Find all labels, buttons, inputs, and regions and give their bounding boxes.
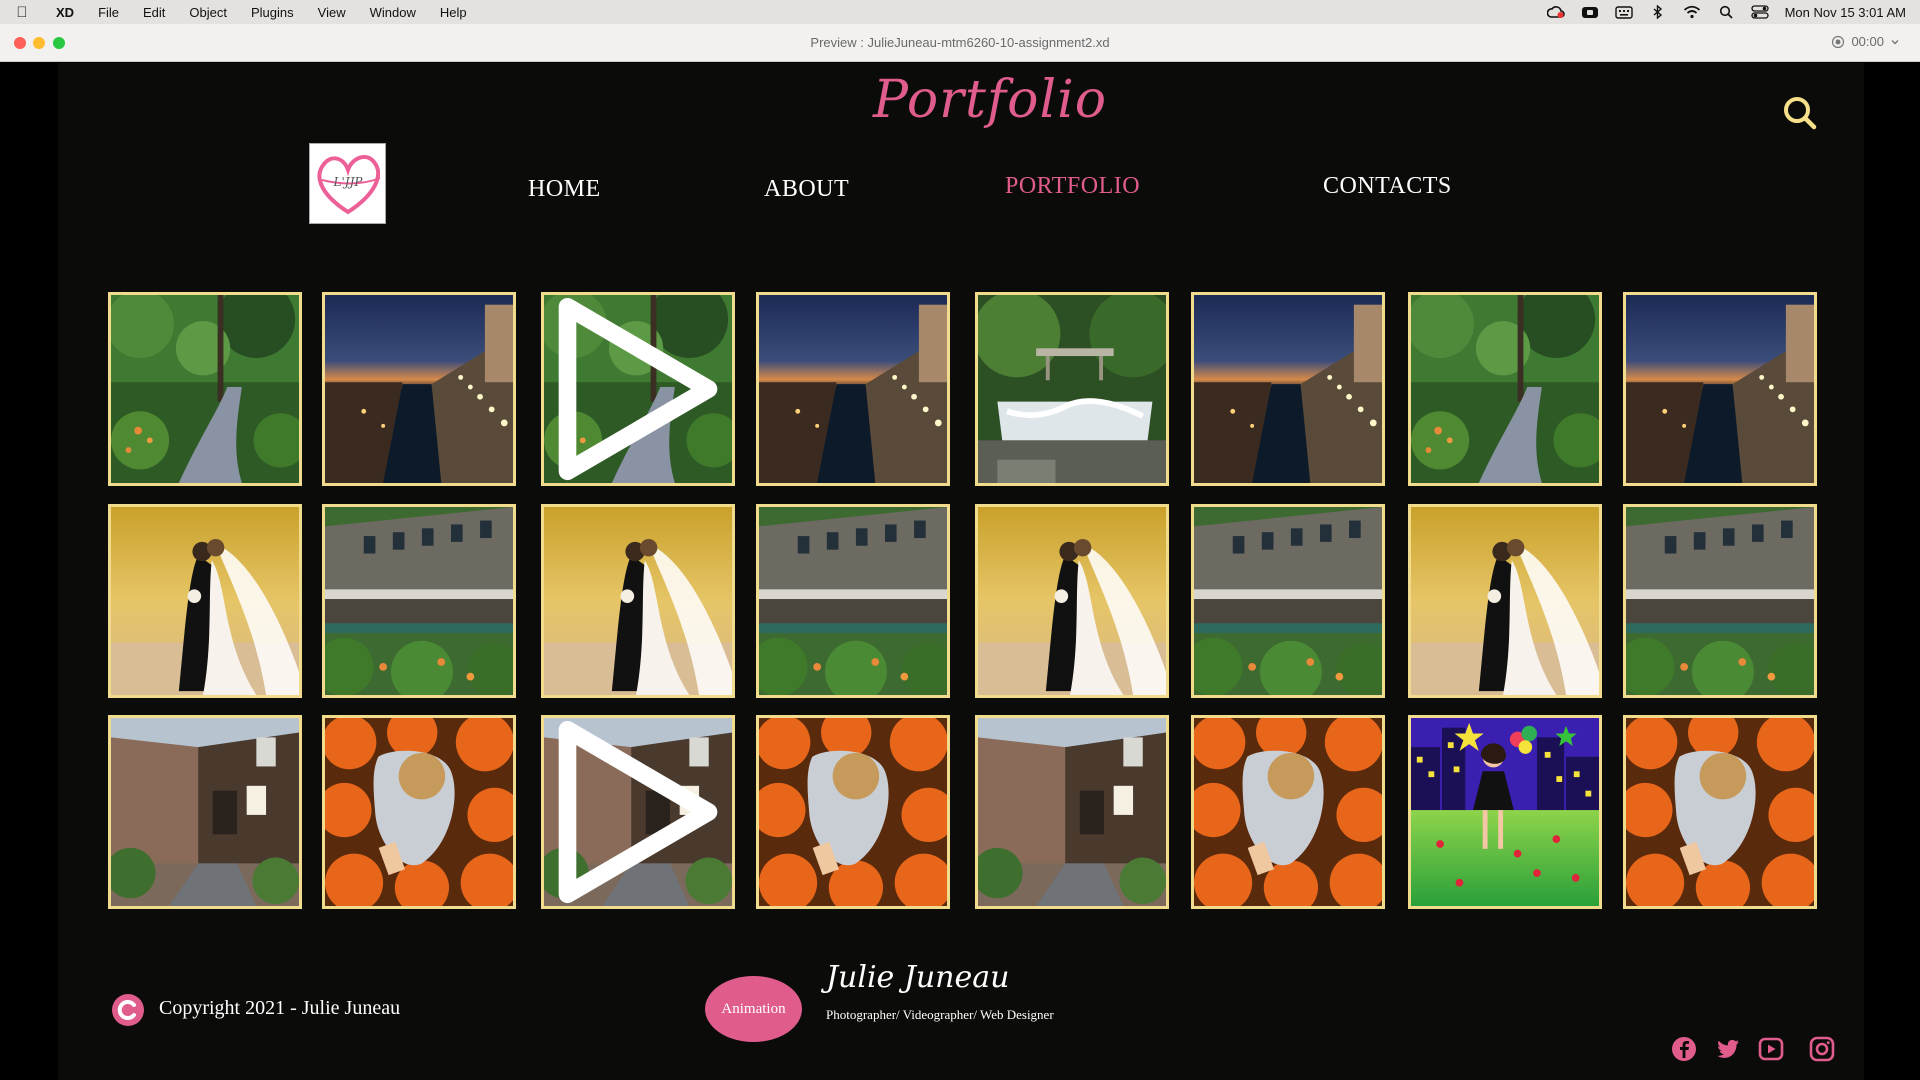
stone-building-photo	[111, 718, 299, 906]
camera-icon[interactable]	[1581, 5, 1599, 19]
gallery-tile-canal-night[interactable]	[1191, 292, 1385, 486]
macos-menubar:  XD File Edit Object Plugins View Windo…	[0, 0, 1920, 24]
brand-title: Portfolio	[872, 70, 1108, 130]
menu-file[interactable]: File	[86, 5, 131, 20]
garden-path-photo	[1411, 295, 1599, 483]
gallery-tile-wooden-building[interactable]	[322, 504, 516, 698]
spotlight-search-icon[interactable]	[1717, 5, 1735, 19]
wedding-photo	[1411, 507, 1599, 695]
window-title: Preview : JulieJuneau-mtm6260-10-assignm…	[810, 35, 1110, 50]
bluetooth-icon[interactable]	[1649, 5, 1667, 19]
svg-text:L'JJP: L'JJP	[333, 175, 364, 189]
apple-menu-icon[interactable]: 	[0, 4, 44, 21]
search-icon	[1784, 97, 1817, 130]
gallery-tile-stone-building[interactable]	[541, 715, 735, 909]
gallery-tile-pumpkins[interactable]	[756, 715, 950, 909]
chevron-down-icon	[1891, 39, 1899, 44]
pumpkins-photo	[325, 718, 513, 906]
menu-edit[interactable]: Edit	[131, 5, 177, 20]
timer-value: 00:00	[1851, 34, 1884, 49]
search-button[interactable]	[1780, 93, 1820, 133]
wooden-building-photo	[1194, 507, 1382, 695]
gallery-tile-garden-path[interactable]	[108, 292, 302, 486]
tagline: Photographer/ Videographer/ Web Designer	[826, 1007, 1054, 1022]
wedding-photo	[544, 507, 732, 695]
canal-night-photo	[325, 295, 513, 483]
gallery-tile-animation-girl[interactable]	[1408, 715, 1602, 909]
gallery-tile-wooden-building[interactable]	[1191, 504, 1385, 698]
instagram-icon	[1809, 1036, 1835, 1062]
animation-girl-photo	[1411, 718, 1599, 906]
recording-timer[interactable]: 00:00	[1831, 34, 1900, 49]
menubar-clock[interactable]: Mon Nov 15 3:01 AM	[1785, 5, 1906, 20]
facebook-icon	[1672, 1037, 1696, 1061]
stone-building-photo	[978, 718, 1166, 906]
gallery-tile-wooden-building[interactable]	[1623, 504, 1817, 698]
nav-contacts[interactable]: CONTACTS	[1323, 173, 1452, 200]
canal-night-photo	[759, 295, 947, 483]
gallery-tile-wedding[interactable]	[108, 504, 302, 698]
menu-plugins[interactable]: Plugins	[239, 5, 306, 20]
gallery-tile-wooden-building[interactable]	[756, 504, 950, 698]
menu-object[interactable]: Object	[177, 5, 239, 20]
menu-view[interactable]: View	[306, 5, 358, 20]
gallery-tile-canal-night[interactable]	[322, 292, 516, 486]
animation-button[interactable]: Animation	[705, 976, 802, 1042]
pumpkins-photo	[1626, 718, 1814, 906]
gallery-tile-canal-night[interactable]	[756, 292, 950, 486]
canal-night-photo	[1626, 295, 1814, 483]
creative-cloud-icon[interactable]	[1546, 5, 1565, 19]
wifi-icon[interactable]	[1683, 5, 1701, 19]
record-icon	[1832, 35, 1845, 48]
menu-window[interactable]: Window	[358, 5, 428, 20]
gallery-tile-garden-path[interactable]	[1408, 292, 1602, 486]
wooden-building-photo	[759, 507, 947, 695]
heart-logo-icon: L'JJP	[317, 154, 381, 215]
instagram-link[interactable]	[1809, 1036, 1835, 1062]
gallery-tile-canal-night[interactable]	[1623, 292, 1817, 486]
gallery-tile-stone-building[interactable]	[975, 715, 1169, 909]
play-icon[interactable]	[544, 295, 732, 483]
gallery-tile-wedding[interactable]	[541, 504, 735, 698]
pumpkins-photo	[1194, 718, 1382, 906]
gallery-tile-wedding[interactable]	[1408, 504, 1602, 698]
gallery-tile-waterfall[interactable]	[975, 292, 1169, 486]
preview-window-titlebar: Preview : JulieJuneau-mtm6260-10-assignm…	[0, 24, 1920, 62]
canal-night-photo	[1194, 295, 1382, 483]
site-logo[interactable]: L'JJP	[309, 143, 386, 224]
menu-app-name[interactable]: XD	[44, 5, 86, 20]
wooden-building-photo	[325, 507, 513, 695]
gallery-tile-pumpkins[interactable]	[322, 715, 516, 909]
gallery-tile-stone-building[interactable]	[108, 715, 302, 909]
waterfall-photo	[978, 295, 1166, 483]
copyright-text: Copyright 2021 - Julie Juneau	[159, 997, 401, 1019]
youtube-icon	[1758, 1037, 1784, 1061]
twitter-icon	[1717, 1039, 1739, 1058]
copyright-icon	[112, 994, 144, 1026]
twitter-link[interactable]	[1715, 1036, 1741, 1062]
gallery-tile-pumpkins[interactable]	[1623, 715, 1817, 909]
nav-home[interactable]: HOME	[528, 176, 601, 203]
facebook-link[interactable]	[1671, 1036, 1697, 1062]
control-center-icon[interactable]	[1750, 5, 1769, 19]
wedding-photo	[978, 507, 1166, 695]
nav-about[interactable]: ABOUT	[764, 176, 849, 203]
gallery-tile-garden-path[interactable]	[541, 292, 735, 486]
gallery-tile-pumpkins[interactable]	[1191, 715, 1385, 909]
gallery-tile-wedding[interactable]	[975, 504, 1169, 698]
youtube-link[interactable]	[1758, 1036, 1784, 1062]
window-right-margin	[1864, 63, 1920, 1080]
garden-path-photo	[111, 295, 299, 483]
pumpkins-photo	[759, 718, 947, 906]
nav-portfolio[interactable]: PORTFOLIO	[1005, 173, 1140, 200]
menu-help[interactable]: Help	[428, 5, 479, 20]
signature: Julie Juneau	[826, 960, 1010, 995]
keyboard-icon[interactable]	[1614, 5, 1633, 19]
wooden-building-photo	[1626, 507, 1814, 695]
window-left-margin	[0, 63, 58, 1080]
wedding-photo	[111, 507, 299, 695]
play-icon[interactable]	[544, 718, 732, 906]
